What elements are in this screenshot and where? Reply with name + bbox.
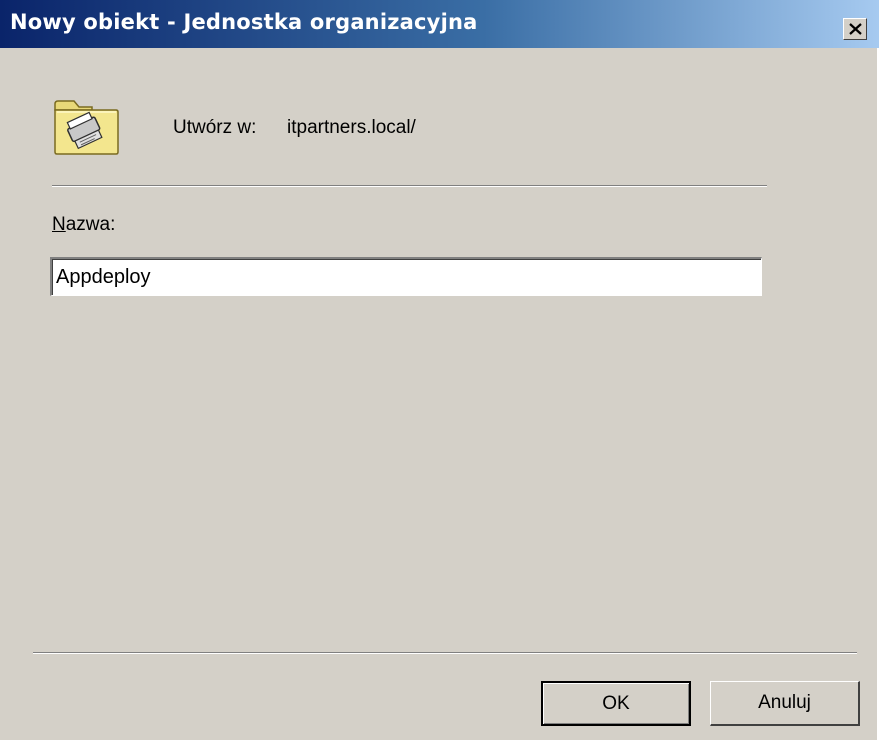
name-label-accelerator: N <box>52 214 66 235</box>
new-object-dialog: Nowy obiekt - Jednostka organizacyjna Ut… <box>0 0 879 742</box>
window-title: Nowy obiekt - Jednostka organizacyjna <box>10 10 478 34</box>
header-divider <box>52 185 767 187</box>
create-in-label: Utwórz w: <box>173 117 257 138</box>
name-label-text: azwa: <box>65 214 116 235</box>
create-in-value: itpartners.local/ <box>287 117 416 138</box>
cancel-button[interactable]: Anuluj <box>710 681 860 726</box>
name-label: Nazwa: <box>52 214 115 236</box>
close-icon <box>849 23 862 35</box>
close-button[interactable] <box>843 18 867 40</box>
ok-button[interactable]: OK <box>541 681 691 726</box>
footer-divider <box>33 652 857 654</box>
title-bar[interactable]: Nowy obiekt - Jednostka organizacyjna <box>0 0 879 48</box>
name-input[interactable] <box>50 257 762 296</box>
ou-folder-icon <box>52 98 120 156</box>
